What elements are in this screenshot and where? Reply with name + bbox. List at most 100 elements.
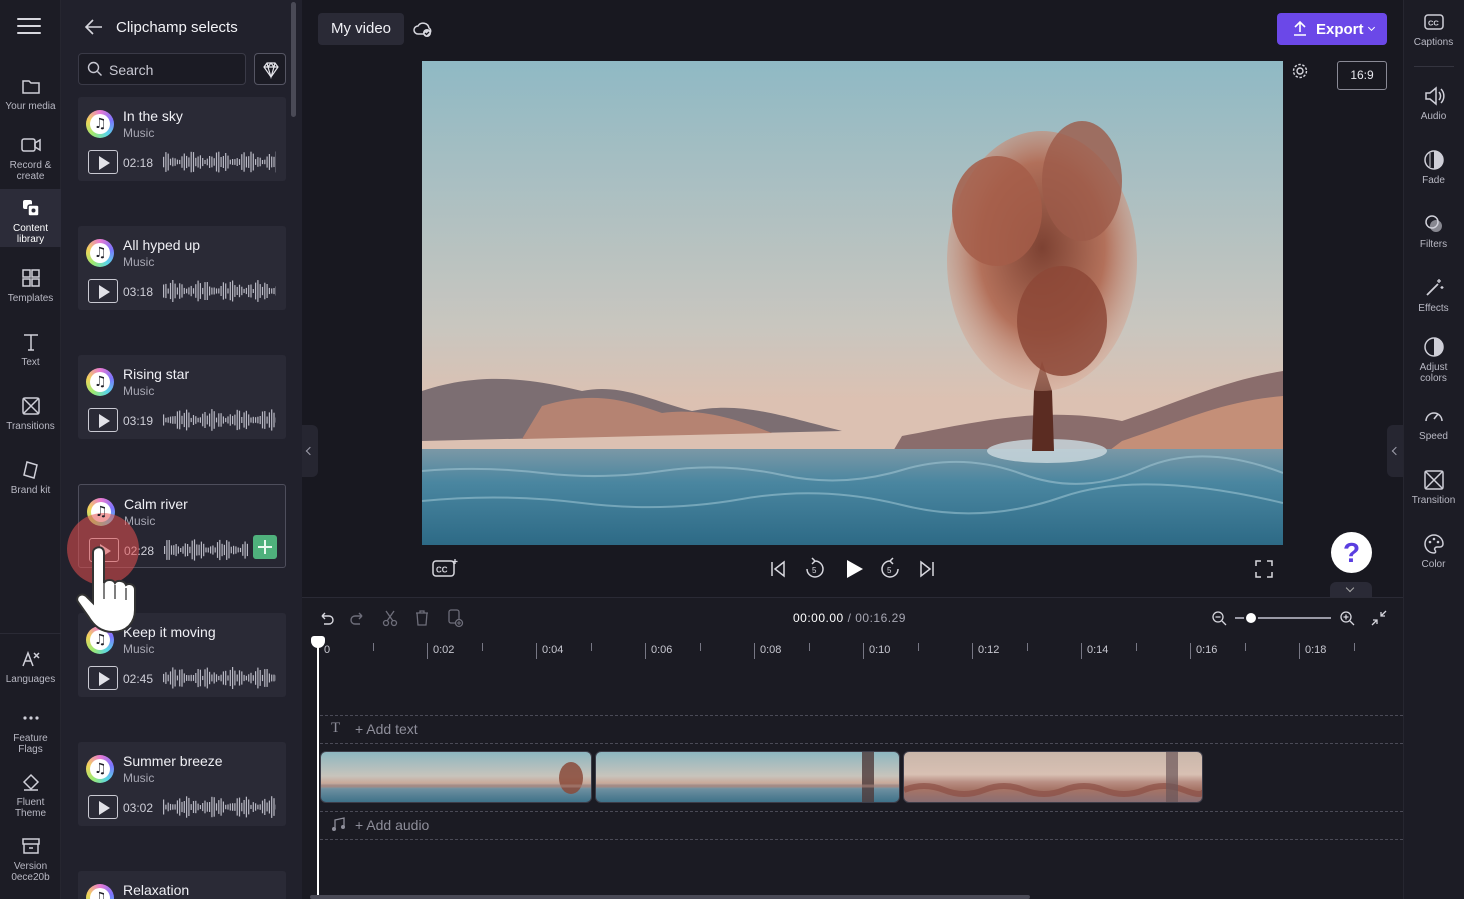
nav-label: Languages (5, 674, 56, 685)
video-preview[interactable] (422, 61, 1283, 545)
library-title: Clipchamp selects (116, 19, 238, 36)
library-scrollbar[interactable] (291, 2, 296, 117)
nav-version[interactable]: Version 0ece20b (0, 835, 61, 883)
collapse-library-button[interactable] (302, 425, 318, 477)
add-to-timeline-button[interactable] (253, 535, 277, 559)
video-clip[interactable] (595, 751, 900, 803)
play-preview-button[interactable] (88, 408, 118, 432)
panel-audio[interactable]: Audio (1403, 85, 1464, 122)
export-button[interactable]: Export (1277, 13, 1387, 45)
nav-label: Text (21, 357, 40, 368)
help-button[interactable]: ? (1331, 532, 1372, 573)
add-audio-button[interactable]: + Add audio (355, 817, 429, 833)
nav-templates[interactable]: Templates (0, 267, 61, 304)
settings-gear-icon[interactable] (1291, 62, 1309, 80)
play-preview-button[interactable] (88, 150, 118, 174)
camera-icon (20, 138, 41, 152)
list-item[interactable]: ♫ All hyped up Music 03:18 (78, 226, 286, 310)
video-clip[interactable] (320, 751, 592, 803)
lane-divider (320, 715, 1403, 716)
nav-fluent-theme[interactable]: Fluent Theme (0, 771, 61, 819)
timeline-scrollbar[interactable] (310, 895, 1030, 899)
zoom-slider-handle[interactable] (1244, 611, 1258, 625)
content-library-icon (22, 200, 40, 217)
play-preview-button[interactable] (88, 666, 118, 690)
panel-transition[interactable]: Transition (1403, 469, 1464, 506)
panel-captions[interactable]: CC Captions (1403, 11, 1464, 48)
timecode: 00:00.00 / 00:16.29 (793, 611, 906, 625)
track-duration: 03:19 (123, 414, 154, 428)
rewind-5s-icon[interactable]: 5 (804, 557, 826, 581)
svg-text:5: 5 (812, 566, 817, 575)
ruler-label: 0:04 (542, 644, 564, 656)
duplicate-icon[interactable] (446, 608, 464, 628)
nav-languages[interactable]: Languages (0, 648, 61, 685)
track-name: Rising star (123, 366, 190, 382)
playhead[interactable] (317, 640, 319, 899)
play-icon[interactable] (843, 558, 865, 580)
panel-speed[interactable]: Speed (1403, 405, 1464, 442)
project-title-input[interactable]: My video (318, 13, 404, 45)
list-item[interactable]: ♫ In the sky Music 02:18 (78, 97, 286, 181)
trash-icon[interactable] (414, 609, 430, 627)
panel-label: Adjust colors (1419, 362, 1448, 384)
nav-label: Brand kit (10, 485, 51, 496)
list-item[interactable]: ♫ Rising star Music 03:19 (78, 355, 286, 439)
nav-brand-kit[interactable]: Brand kit (0, 459, 61, 496)
ruler-label: 0:08 (760, 644, 782, 656)
track-name: Summer breeze (123, 753, 223, 769)
nav-content-library[interactable]: Content library (0, 189, 61, 247)
play-preview-button[interactable] (88, 279, 118, 303)
list-item[interactable]: ♫ Relaxation (78, 871, 286, 899)
nav-label: Record & create (9, 160, 52, 182)
zoom-out-icon[interactable] (1211, 610, 1227, 626)
undo-icon[interactable] (318, 609, 334, 627)
premium-filter-button[interactable] (254, 53, 286, 85)
nav-transitions[interactable]: Transitions (0, 395, 61, 432)
aspect-ratio-button[interactable]: 16:9 (1337, 61, 1387, 90)
transition-icon (1423, 470, 1444, 490)
nav-label: Version 0ece20b (11, 861, 50, 883)
back-arrow-icon[interactable] (84, 18, 104, 36)
more-icon (22, 716, 39, 720)
timeline[interactable] (302, 597, 1403, 899)
nav-your-media[interactable]: Your media (0, 75, 61, 112)
panel-color[interactable]: Color (1403, 533, 1464, 570)
track-duration: 03:02 (123, 801, 154, 815)
list-item[interactable]: ♫ Summer breeze Music 03:02 (78, 742, 286, 826)
play-preview-button[interactable] (88, 795, 118, 819)
chevron-down-icon[interactable] (1330, 582, 1372, 598)
search-input[interactable] (109, 60, 239, 80)
skip-to-end-icon[interactable] (917, 559, 937, 579)
hamburger-menu-icon[interactable] (17, 18, 41, 38)
scissors-icon[interactable] (382, 609, 398, 627)
forward-5s-icon[interactable]: 5 (879, 557, 901, 581)
nav-record-create[interactable]: Record & create (0, 134, 61, 182)
panel-label: Filters (1419, 239, 1448, 250)
collapse-properties-button[interactable] (1387, 425, 1403, 477)
zoom-in-icon[interactable] (1339, 610, 1355, 626)
skip-to-start-icon[interactable] (768, 559, 788, 579)
track-type: Music (123, 126, 155, 140)
redo-icon[interactable] (350, 609, 366, 627)
nav-text[interactable]: Text (0, 331, 61, 368)
panel-fade[interactable]: Fade (1403, 149, 1464, 186)
ruler-label: 0:18 (1305, 644, 1327, 656)
lane-divider (320, 811, 1403, 812)
video-clip[interactable] (903, 751, 1203, 803)
cloud-sync-icon[interactable] (412, 19, 434, 39)
nav-feature-flags[interactable]: Feature Flags (0, 707, 61, 755)
ruler-tick (809, 643, 810, 651)
fit-timeline-icon[interactable] (1371, 610, 1387, 626)
fullscreen-icon[interactable] (1255, 560, 1273, 578)
export-label: Export (1316, 21, 1364, 38)
panel-effects[interactable]: Effects (1403, 277, 1464, 314)
add-text-button[interactable]: + Add text (355, 721, 418, 737)
captions-toggle-icon[interactable]: CC (432, 557, 460, 579)
hand-pointer-icon (76, 546, 136, 634)
panel-adjust-colors[interactable]: Adjust colors (1403, 336, 1464, 384)
panel-filters[interactable]: Filters (1403, 213, 1464, 250)
speaker-icon (1424, 86, 1445, 106)
ruler-tick (591, 643, 592, 651)
search-box[interactable] (78, 53, 246, 85)
